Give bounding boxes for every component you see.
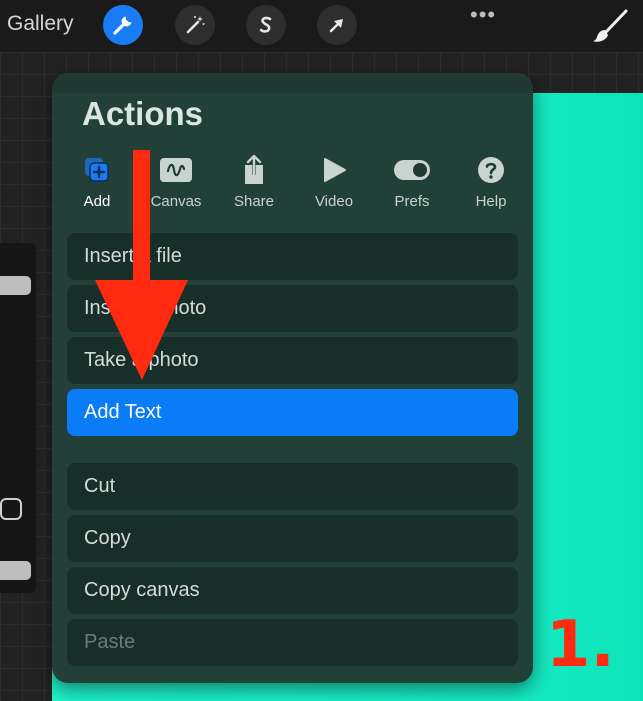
- annotation-arrow: [95, 150, 188, 380]
- opacity-slider[interactable]: [0, 561, 31, 580]
- more-options-button[interactable]: •••: [470, 2, 496, 28]
- tab-prefs[interactable]: Prefs: [377, 155, 447, 210]
- tab-help-label: Help: [475, 193, 507, 210]
- selection-button[interactable]: [246, 5, 286, 45]
- brush-icon[interactable]: [590, 8, 630, 44]
- step-number-label: 1.: [546, 608, 615, 682]
- top-toolbar: Gallery •••: [0, 0, 643, 52]
- menu-item-copy[interactable]: Copy: [67, 515, 518, 562]
- tab-help[interactable]: Help: [456, 155, 526, 210]
- menu-item-paste: Paste: [67, 619, 518, 666]
- gallery-button[interactable]: Gallery: [7, 12, 74, 36]
- selection-s-icon: [259, 16, 272, 33]
- share-icon: [245, 154, 263, 184]
- magic-wand-icon: [186, 16, 205, 34]
- wrench-icon: [113, 16, 132, 35]
- transform-button[interactable]: [317, 5, 357, 45]
- tab-video-label: Video: [314, 193, 354, 210]
- menu-item-cut[interactable]: Cut: [67, 463, 518, 510]
- tab-video[interactable]: Video: [299, 155, 369, 210]
- tab-prefs-label: Prefs: [394, 193, 430, 210]
- left-sidebar: [0, 243, 36, 593]
- panel-title: Actions: [82, 95, 204, 132]
- menu-item-copy-canvas[interactable]: Copy canvas: [67, 567, 518, 614]
- tab-share-label: Share: [233, 193, 275, 210]
- modify-button[interactable]: [0, 498, 22, 520]
- help-icon: [478, 157, 504, 183]
- tab-share[interactable]: Share: [219, 154, 289, 210]
- toggle-icon: [394, 160, 430, 180]
- actions-button[interactable]: [103, 5, 143, 45]
- transform-arrow-icon: [329, 19, 343, 33]
- brush-size-slider[interactable]: [0, 276, 31, 295]
- play-icon: [324, 158, 346, 182]
- menu-item-add-text[interactable]: Add Text: [67, 389, 518, 436]
- adjustments-button[interactable]: [175, 5, 215, 45]
